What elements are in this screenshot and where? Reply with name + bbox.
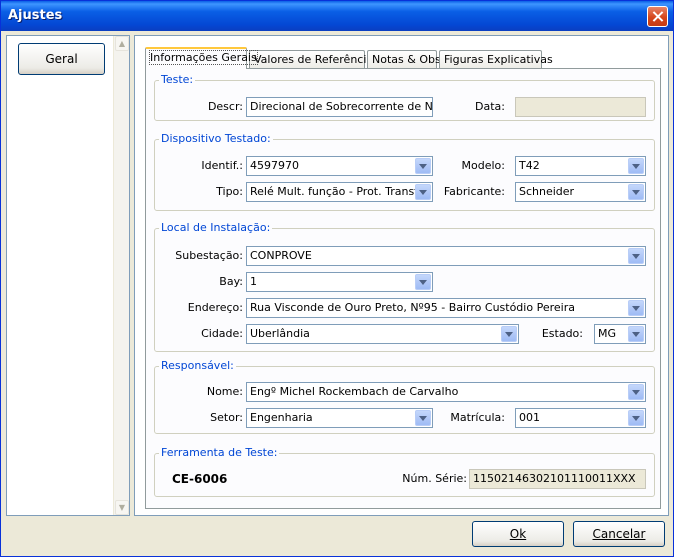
- endereco-label: Endereço:: [187, 301, 243, 314]
- fabricante-label: Fabricante:: [443, 185, 505, 198]
- setor-combo[interactable]: Engenharia: [246, 408, 433, 428]
- left-panel: Geral ▲ ▼: [6, 35, 130, 516]
- tab-informacoes-gerais[interactable]: Informações Gerais: [145, 47, 258, 69]
- chevron-down-icon[interactable]: [415, 158, 431, 174]
- chevron-down-icon[interactable]: [628, 410, 644, 426]
- close-icon[interactable]: [647, 6, 668, 27]
- chevron-down-icon[interactable]: [628, 184, 644, 200]
- chevron-down-icon[interactable]: [628, 248, 644, 264]
- group-responsavel: Responsável: Nome: Engº Michel Rockembac…: [154, 359, 655, 434]
- equipment-model: CE-6006: [172, 472, 228, 486]
- serie-label: Núm. Série:: [402, 472, 467, 485]
- cidade-combo[interactable]: Uberlândia: [246, 324, 519, 344]
- modelo-label: Modelo:: [461, 159, 505, 172]
- legend-responsavel: Responsável:: [159, 359, 236, 372]
- subestacao-combo[interactable]: CONPROVE: [246, 246, 646, 266]
- chevron-down-icon[interactable]: [415, 274, 431, 290]
- tipo-label: Tipo:: [216, 185, 243, 198]
- chevron-down-icon[interactable]: [628, 300, 644, 316]
- nome-combo[interactable]: Engº Michel Rockembach de Carvalho: [246, 382, 646, 402]
- endereco-combo[interactable]: Rua Visconde de Ouro Preto, Nº95 - Bairr…: [246, 298, 646, 318]
- cancel-button[interactable]: Cancelar: [573, 521, 665, 547]
- tab-content: Teste: Descr: Direcional de Sobrecorrent…: [145, 68, 661, 509]
- chevron-down-icon[interactable]: [628, 326, 644, 342]
- tipo-combo[interactable]: Relé Mult. função - Prot. Transfor: [246, 182, 433, 202]
- setor-label: Setor:: [210, 411, 243, 424]
- group-teste: Teste: Descr: Direcional de Sobrecorrent…: [154, 73, 655, 121]
- scroll-down-icon[interactable]: ▼: [115, 500, 129, 515]
- ajustes-dialog: Ajustes Geral ▲ ▼ Informações Gerais Val…: [0, 0, 674, 557]
- cidade-label: Cidade:: [201, 327, 243, 340]
- identif-label: Identif.:: [201, 159, 243, 172]
- data-label: Data:: [475, 100, 505, 113]
- left-scrollbar[interactable]: ▲ ▼: [113, 36, 129, 515]
- chevron-down-icon[interactable]: [415, 410, 431, 426]
- estado-combo[interactable]: MG: [594, 324, 646, 344]
- tab-notas-obs[interactable]: Notas & Obs.: [367, 50, 444, 69]
- window-title: Ajustes: [8, 8, 63, 23]
- estado-label: Estado:: [541, 327, 583, 340]
- group-dispositivo: Dispositivo Testado: Identif.: 4597970 M…: [154, 132, 655, 211]
- descr-input[interactable]: Direcional de Sobrecorrente de Neutr: [246, 97, 433, 117]
- group-local: Local de Instalação: Subestação: CONPROV…: [154, 221, 655, 352]
- fabricante-combo[interactable]: Schneider: [515, 182, 646, 202]
- legend-teste: Teste:: [159, 73, 196, 86]
- main-panel: Informações Gerais Valores de Referência…: [134, 35, 669, 516]
- chevron-down-icon[interactable]: [501, 326, 517, 342]
- matricula-combo[interactable]: 001: [515, 408, 646, 428]
- scroll-up-icon[interactable]: ▲: [115, 36, 129, 51]
- title-bar[interactable]: Ajustes: [1, 1, 673, 31]
- serie-field: 11502146302101110011XXX: [469, 469, 646, 489]
- chevron-down-icon[interactable]: [628, 158, 644, 174]
- bay-combo[interactable]: 1: [246, 272, 433, 292]
- nome-label: Nome:: [206, 385, 243, 398]
- tab-figuras-explicativas[interactable]: Figuras Explicativas: [439, 50, 553, 69]
- group-ferramenta: Ferramenta de Teste: CE-6006 Núm. Série:…: [154, 446, 655, 497]
- subestacao-label: Subestação:: [175, 249, 243, 262]
- identif-combo[interactable]: 4597970: [246, 156, 433, 176]
- chevron-down-icon[interactable]: [415, 184, 431, 200]
- legend-ferramenta: Ferramenta de Teste:: [159, 446, 280, 459]
- ok-button[interactable]: Ok: [472, 521, 564, 547]
- modelo-combo[interactable]: T42: [515, 156, 646, 176]
- data-input[interactable]: [515, 97, 646, 117]
- legend-local: Local de Instalação:: [159, 221, 273, 234]
- legend-dispositivo: Dispositivo Testado:: [159, 132, 273, 145]
- geral-button[interactable]: Geral: [18, 43, 105, 75]
- chevron-down-icon[interactable]: [628, 384, 644, 400]
- matricula-label: Matrícula:: [450, 411, 505, 424]
- tab-valores-referencia[interactable]: Valores de Referência: [249, 50, 373, 69]
- bay-label: Bay:: [219, 275, 243, 288]
- descr-label: Descr:: [207, 100, 243, 113]
